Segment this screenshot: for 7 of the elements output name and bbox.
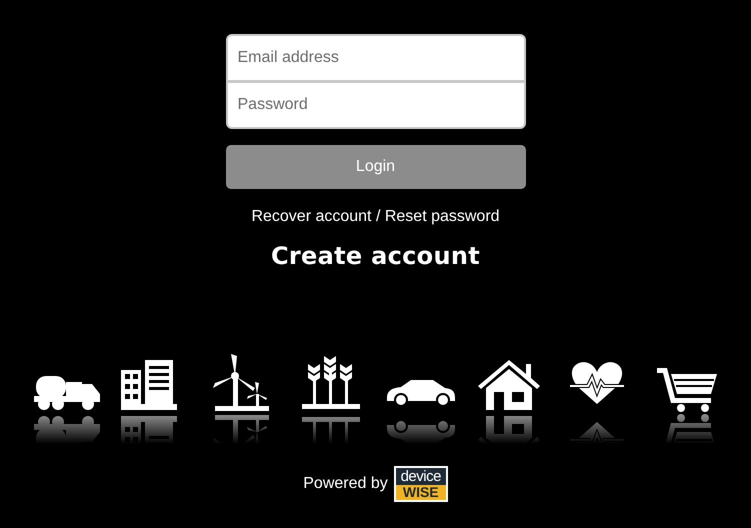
email-field[interactable]: Email address [228,36,524,80]
powered-by-text: Powered by [303,475,388,493]
create-account-link[interactable]: Create account [270,242,480,270]
recover-link[interactable]: Recover account / Reset password [251,208,500,226]
logo-text: device [396,468,446,485]
password-field[interactable]: Password [228,83,524,127]
logo-text: WISE [396,485,446,500]
